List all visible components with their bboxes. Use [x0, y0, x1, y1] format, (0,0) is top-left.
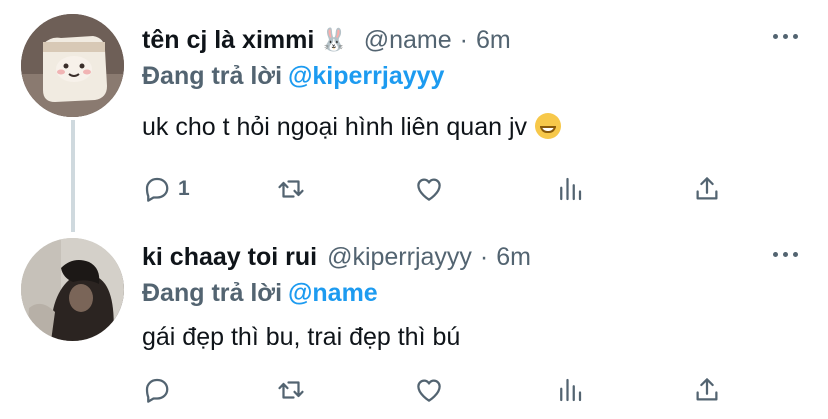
share-button[interactable]: [692, 173, 722, 205]
timestamp[interactable]: 6m: [476, 26, 511, 55]
retweet-icon: [278, 381, 304, 399]
share-icon: [696, 378, 718, 401]
action-bar: [142, 374, 742, 406]
like-icon: [417, 379, 441, 402]
avatar[interactable]: [21, 238, 124, 341]
more-icon[interactable]: [773, 252, 798, 257]
grinning-emoji: [535, 113, 561, 139]
mention-link[interactable]: @name: [288, 279, 378, 307]
like-button[interactable]: [414, 173, 444, 205]
tweet-text-content: gái đẹp thì bu, trai đẹp thì bú: [142, 323, 461, 351]
stats-button[interactable]: [555, 173, 585, 205]
rabbit-emoji: 🐰: [320, 27, 348, 52]
tweet-header: ki chaay toi rui @kiperrjayyy · 6m: [142, 241, 531, 273]
separator: ·: [479, 242, 489, 271]
like-icon: [417, 178, 441, 201]
replying-label: Đang trả lời: [142, 279, 283, 307]
separator: ·: [459, 25, 468, 54]
user-handle[interactable]: @kiperrjayyy: [327, 243, 472, 272]
reply-icon: [145, 378, 169, 403]
tweet-header: tên cj là ximmi 🐰 @name · 6m: [142, 24, 511, 56]
reply-icon: [145, 177, 169, 202]
tweet-text: gái đẹp thì bu, trai đẹp thì bú: [142, 323, 460, 352]
timestamp[interactable]: 6m: [496, 243, 531, 272]
share-icon: [696, 177, 718, 200]
tweet[interactable]: ki chaay toi rui @kiperrjayyy · 6m Đang …: [0, 228, 828, 419]
tweet[interactable]: tên cj là ximmi 🐰 @name · 6m Đang trả lờ…: [0, 0, 828, 232]
reply-count: 1: [178, 177, 190, 200]
tweet-text: uk cho t hỏi ngoại hình liên quan jv: [142, 113, 561, 142]
stats-button[interactable]: [555, 374, 585, 406]
stats-icon: [560, 177, 582, 201]
action-bar: 1: [142, 173, 742, 205]
replying-label: Đang trả lời: [142, 62, 283, 90]
avatar[interactable]: [21, 14, 124, 117]
reply-button[interactable]: 1: [142, 173, 190, 205]
display-name[interactable]: ki chaay toi rui: [142, 243, 317, 272]
replying-to: Đang trả lời @name: [142, 279, 378, 308]
share-button[interactable]: [692, 374, 722, 406]
reply-button[interactable]: [142, 374, 178, 406]
user-handle[interactable]: @name: [364, 26, 452, 55]
mention-link[interactable]: @kiperrjayyy: [288, 62, 444, 90]
thread-line: [71, 120, 75, 232]
retweet-button[interactable]: [276, 374, 306, 406]
stats-icon: [560, 378, 582, 402]
display-name[interactable]: tên cj là ximmi: [142, 26, 314, 55]
replying-to: Đang trả lời @kiperrjayyy: [142, 62, 444, 91]
like-button[interactable]: [414, 374, 444, 406]
retweet-icon: [278, 180, 304, 198]
tweet-text-content: uk cho t hỏi ngoại hình liên quan jv: [142, 113, 527, 141]
more-icon[interactable]: [773, 34, 798, 39]
retweet-button[interactable]: [276, 173, 306, 205]
